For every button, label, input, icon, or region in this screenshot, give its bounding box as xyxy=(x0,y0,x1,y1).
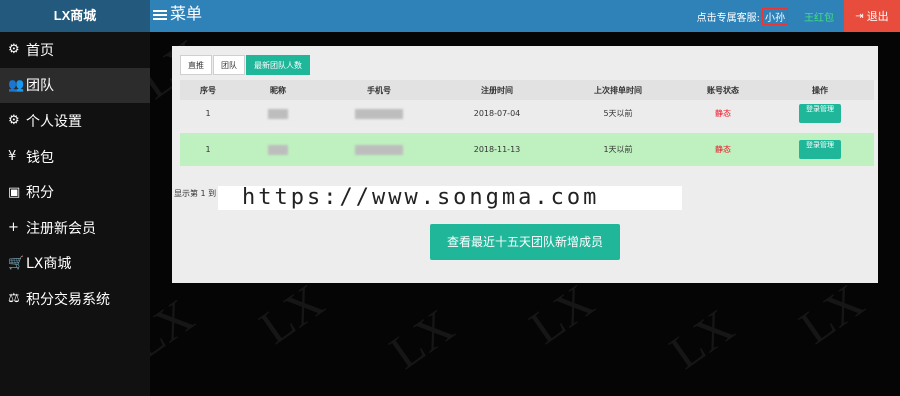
col-reg-time: 注册时间 xyxy=(438,80,556,100)
table-row: 1 2018-07-04 5天以前 静态 登录管理 xyxy=(180,100,874,130)
sidebar-item-label: 钱包 xyxy=(26,149,54,166)
redacted-phone xyxy=(355,144,403,155)
customer-service-label: 点击专属客服: xyxy=(696,12,760,24)
login-manage-button[interactable]: 登录管理 xyxy=(799,140,841,159)
table-row: 1 2018-11-13 1天以前 静态 登录管理 xyxy=(180,127,874,166)
money-icon: ▣ xyxy=(8,184,21,200)
col-action: 操作 xyxy=(766,80,874,100)
cell-status: 静态 xyxy=(680,127,766,166)
cell-action: 登录管理 xyxy=(766,127,874,166)
watermark-lx: LX xyxy=(520,274,604,355)
table-header-row: 序号 昵称 手机号 注册时间 上次排单时间 账号状态 操作 xyxy=(180,80,874,100)
tab-latest-team-count[interactable]: 最新团队人数 xyxy=(246,55,310,75)
sidebar-item-register[interactable]: + 注册新会员 xyxy=(0,210,150,246)
col-status: 账号状态 xyxy=(680,80,766,100)
red-packet-link[interactable]: 王红包 xyxy=(804,9,834,24)
cell-nickname xyxy=(236,127,320,166)
sidebar-item-mall[interactable]: 🛒 LX商城 xyxy=(0,246,150,282)
cell-index: 1 xyxy=(180,100,236,130)
login-manage-button[interactable]: 登录管理 xyxy=(799,104,841,123)
col-index: 序号 xyxy=(180,80,236,100)
sidebar-item-team[interactable]: 👥 团队 xyxy=(0,67,150,104)
sidebar-item-settings[interactable]: ⚙ 个人设置 xyxy=(0,103,150,139)
redacted-nickname xyxy=(268,108,288,119)
watermark-lx: LX xyxy=(380,299,464,380)
watermark-lx: LX xyxy=(150,289,204,370)
tab-direct[interactable]: 直推 xyxy=(180,55,212,75)
menu-label: 菜单 xyxy=(170,4,203,23)
cell-index: 1 xyxy=(180,127,236,166)
cell-action: 登录管理 xyxy=(766,100,874,130)
watermark-lx: LX xyxy=(250,274,334,355)
sidebar-item-exchange[interactable]: ⚖ 积分交易系统 xyxy=(0,281,150,317)
col-last-order: 上次排单时间 xyxy=(556,80,680,100)
view-recent-members-button[interactable]: 查看最近十五天团队新增成员 xyxy=(430,224,620,260)
team-tabs: 直推 团队 最新团队人数 xyxy=(180,55,311,75)
menu-toggle-button[interactable]: 菜单 xyxy=(153,0,202,32)
redacted-nickname xyxy=(268,144,288,155)
top-right-actions: 点击专属客服: 小孙 王红包 ⇥ 退出 xyxy=(697,0,900,32)
col-phone: 手机号 xyxy=(320,80,438,100)
team-table: 序号 昵称 手机号 注册时间 上次排单时间 账号状态 操作 1 2018-07-… xyxy=(180,80,874,166)
sidebar-item-label: 首页 xyxy=(26,42,54,59)
watermark-lx: LX xyxy=(790,274,874,355)
main-content: LX LX LX LX LX LX LX 直推 团队 最新团队人数 序号 昵称 … xyxy=(150,32,900,396)
sidebar-item-label: 积分 xyxy=(26,185,54,202)
sidebar-item-label: 个人设置 xyxy=(26,113,82,130)
cell-last-order: 5天以前 xyxy=(556,100,680,130)
tab-team[interactable]: 团队 xyxy=(213,55,245,75)
logout-button[interactable]: ⇥ 退出 xyxy=(844,0,900,32)
cell-nickname xyxy=(236,100,320,130)
sidebar-item-label: 团队 xyxy=(26,78,54,95)
logout-icon: ⇥ xyxy=(855,10,864,22)
gears-icon: ⚙ xyxy=(8,113,20,129)
redacted-phone xyxy=(355,108,403,119)
yen-icon: ¥ xyxy=(8,149,17,165)
cell-reg-time: 2018-11-13 xyxy=(438,127,556,166)
sidebar-item-points[interactable]: ▣ 积分 xyxy=(0,174,150,210)
dashboard-icon: ⚙ xyxy=(8,42,20,58)
sidebar-item-home[interactable]: ⚙ 首页 xyxy=(0,32,150,68)
cell-status: 静态 xyxy=(680,100,766,130)
watermark-url-banner: https://www.songma.com xyxy=(218,186,682,210)
customer-service-link[interactable]: 小孙 xyxy=(762,7,788,25)
logout-label: 退出 xyxy=(866,10,889,23)
sidebar-item-label: 积分交易系统 xyxy=(26,291,110,308)
cell-last-order: 1天以前 xyxy=(556,127,680,166)
cart-icon: 🛒 xyxy=(8,255,25,271)
cell-phone xyxy=(320,100,438,130)
user-plus-icon: + xyxy=(8,220,19,236)
cell-phone xyxy=(320,127,438,166)
sidebar: ⚙ 首页 👥 团队 ⚙ 个人设置 ¥ 钱包 ▣ 积分 + 注册新会员 🛒 LX商… xyxy=(0,32,150,396)
balance-scale-icon: ⚖ xyxy=(8,291,20,307)
hamburger-icon xyxy=(153,8,167,22)
watermark-lx: LX xyxy=(660,299,744,380)
sidebar-item-label: 注册新会员 xyxy=(26,220,96,237)
top-bar: LX商城 菜单 点击专属客服: 小孙 王红包 ⇥ 退出 xyxy=(0,0,900,32)
col-nickname: 昵称 xyxy=(236,80,320,100)
team-panel: 直推 团队 最新团队人数 序号 昵称 手机号 注册时间 上次排单时间 账号状态 … xyxy=(172,46,878,283)
sidebar-item-label: LX商城 xyxy=(26,256,72,273)
users-icon: 👥 xyxy=(8,77,25,93)
pagination-info: 显示第 1 到 xyxy=(174,189,217,198)
brand-logo[interactable]: LX商城 xyxy=(0,0,150,32)
sidebar-item-wallet[interactable]: ¥ 钱包 xyxy=(0,139,150,175)
cell-reg-time: 2018-07-04 xyxy=(438,100,556,130)
